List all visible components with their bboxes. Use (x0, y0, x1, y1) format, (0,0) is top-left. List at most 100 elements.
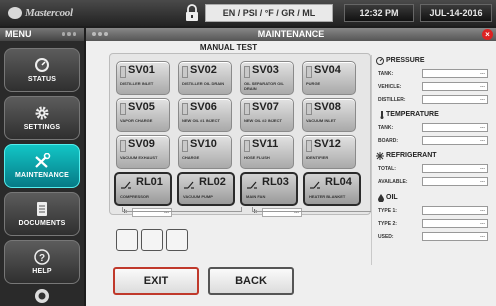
valve-description: PURGE (306, 81, 321, 86)
menu-item-documents[interactable]: DOCUMENTS (4, 192, 80, 236)
temperature-board-value: --- (422, 136, 488, 145)
oil-type2-label: TYPE 2: (378, 221, 397, 227)
valve-button-sv12[interactable]: SV12 IDENTIFIER (302, 135, 356, 169)
valve-id: SV01 (128, 64, 155, 76)
screen: Mastercool EN / PSI / °F / GR / ML 12:32… (0, 0, 496, 306)
valve-indicator (306, 140, 312, 152)
relay-description: VACUUM PUMP (183, 194, 213, 199)
valve-indicator (244, 140, 250, 152)
menu-item-status[interactable]: STATUS (4, 48, 80, 92)
relay-button-rl03[interactable]: RL03 MAIN FAN (240, 172, 298, 206)
valve-button-sv06[interactable]: SV06 NEW OIL #1 INJECT (178, 98, 232, 132)
relay-button-rl01[interactable]: RL01 COMPRESSOR (114, 172, 172, 206)
valve-id: SV10 (190, 138, 217, 150)
close-icon[interactable]: × (482, 29, 493, 40)
valve-id: SV04 (314, 64, 341, 76)
valve-button-sv09[interactable]: SV09 VACUUM EXHAUST (116, 135, 170, 169)
valve-button-sv05[interactable]: SV05 VAPOR CHARGE (116, 98, 170, 132)
pressure-gauge-icon (376, 57, 384, 65)
date-display: JUL-14-2016 (420, 4, 492, 22)
lock-icon[interactable] (184, 4, 200, 22)
power-icon[interactable] (34, 288, 50, 304)
valve-button-sv10[interactable]: SV10 CHARGE (178, 135, 232, 169)
valve-description: CHARGE (182, 155, 200, 160)
valve-id: SV11 (252, 138, 279, 150)
relay-id: RL02 (199, 176, 226, 188)
valve-description: VACUUM EXHAUST (120, 155, 158, 160)
exit-button[interactable]: EXIT (113, 267, 199, 295)
relay-button-rl04[interactable]: RL04 HEATER BLANKET (303, 172, 361, 206)
menu-item-help[interactable]: ? HELP (4, 240, 80, 284)
temperature-tank-value: --- (422, 123, 488, 132)
menu-item-maintenance[interactable]: MAINTENANCE (4, 144, 80, 188)
pressure-tank-value: --- (422, 69, 488, 78)
valve-button-sv08[interactable]: SV08 VACUUM INLET (302, 98, 356, 132)
gauge-icon (35, 58, 49, 72)
valve-indicator (120, 140, 126, 152)
switch-icon (184, 181, 194, 189)
valve-button-sv11[interactable]: SV11 HOSE FLUSH (240, 135, 294, 169)
relay-description: HEATER BLANKET (309, 194, 346, 199)
temperature-board-label: BOARD: (378, 138, 398, 144)
menu-item-maintenance-label: MAINTENANCE (15, 172, 69, 179)
oil-type2-value: --- (422, 219, 488, 228)
pressure-title: PRESSURE (386, 57, 425, 64)
menu-title: MENU (5, 29, 32, 39)
switch-icon (247, 181, 257, 189)
valve-id: SV12 (314, 138, 341, 150)
oil-used-value: --- (422, 232, 488, 241)
relay-button-rl02[interactable]: RL02 VACUUM PUMP (177, 172, 235, 206)
document-icon (37, 202, 47, 216)
menu-dots-icon (62, 32, 76, 37)
switch-icon (310, 181, 320, 189)
section-title: MANUAL TEST (199, 43, 258, 52)
aux-box-3[interactable] (166, 229, 188, 251)
gear-icon (35, 106, 49, 120)
snowflake-icon (376, 152, 384, 160)
menu-item-settings[interactable]: SETTINGS (4, 96, 80, 140)
back-button[interactable]: BACK (208, 267, 294, 295)
valve-button-sv07[interactable]: SV07 NEW OIL #2 INJECT (240, 98, 294, 132)
panel-header: MAINTENANCE × (86, 28, 496, 41)
relay-id: RL03 (262, 176, 289, 188)
divider (371, 55, 372, 265)
valve-button-sv04[interactable]: SV04 PURGE (302, 61, 356, 95)
panel-title: MAINTENANCE (257, 29, 325, 39)
menu-item-help-label: HELP (32, 268, 52, 275)
oil-type1-label: TYPE 1: (378, 208, 397, 214)
thermometer-icon (380, 111, 384, 119)
refrigerant-total-value: --- (422, 164, 488, 173)
top-bar: Mastercool EN / PSI / °F / GR / ML 12:32… (0, 0, 496, 26)
valve-id: SV09 (128, 138, 155, 150)
menu-sidebar: STATUS SETTINGS MAINTENANCE DOCUMENTS ? … (0, 41, 84, 306)
aux-box-1[interactable] (116, 229, 138, 251)
refrigerant-title: REFRIGERANT (386, 152, 437, 159)
valve-id: SV08 (314, 101, 341, 113)
valve-id: SV02 (190, 64, 217, 76)
pressure-distiller-value: --- (422, 95, 488, 104)
valve-description: IDENTIFIER (306, 155, 329, 160)
valve-description: DISTILLER INLET (120, 81, 154, 86)
aux-box-2[interactable] (141, 229, 163, 251)
valve-indicator (182, 140, 188, 152)
units-display[interactable]: EN / PSI / °F / GR / ML (205, 4, 333, 22)
pressure-distiller-label: DISTILLER: (378, 97, 406, 103)
valve-description: NEW OIL #1 INJECT (182, 118, 220, 123)
refrigerant-available-label: AVAILABLE: (378, 179, 408, 185)
brand-name: Mastercool (25, 7, 73, 19)
valve-id: SV05 (128, 101, 155, 113)
relay-id: RL04 (325, 176, 352, 188)
pressure-vehicle-value: --- (422, 82, 488, 91)
panel-dots-icon (92, 32, 108, 36)
temperature-tank-label: TANK: (378, 125, 394, 131)
valve-description: HOSE FLUSH (244, 155, 270, 160)
valve-button-sv01[interactable]: SV01 DISTILLER INLET (116, 61, 170, 95)
valve-button-sv03[interactable]: SV03 OIL SEPARATOR OIL DRAIN (240, 61, 294, 95)
valve-indicator (306, 103, 312, 115)
menu-item-status-label: STATUS (27, 76, 57, 83)
help-icon: ? (34, 249, 50, 265)
valve-button-sv02[interactable]: SV02 DISTILLER OIL DRAIN (178, 61, 232, 95)
relay-description: COMPRESSOR (120, 194, 149, 199)
relay-id: RL01 (136, 176, 163, 188)
oil-used-label: USED: (378, 234, 394, 240)
